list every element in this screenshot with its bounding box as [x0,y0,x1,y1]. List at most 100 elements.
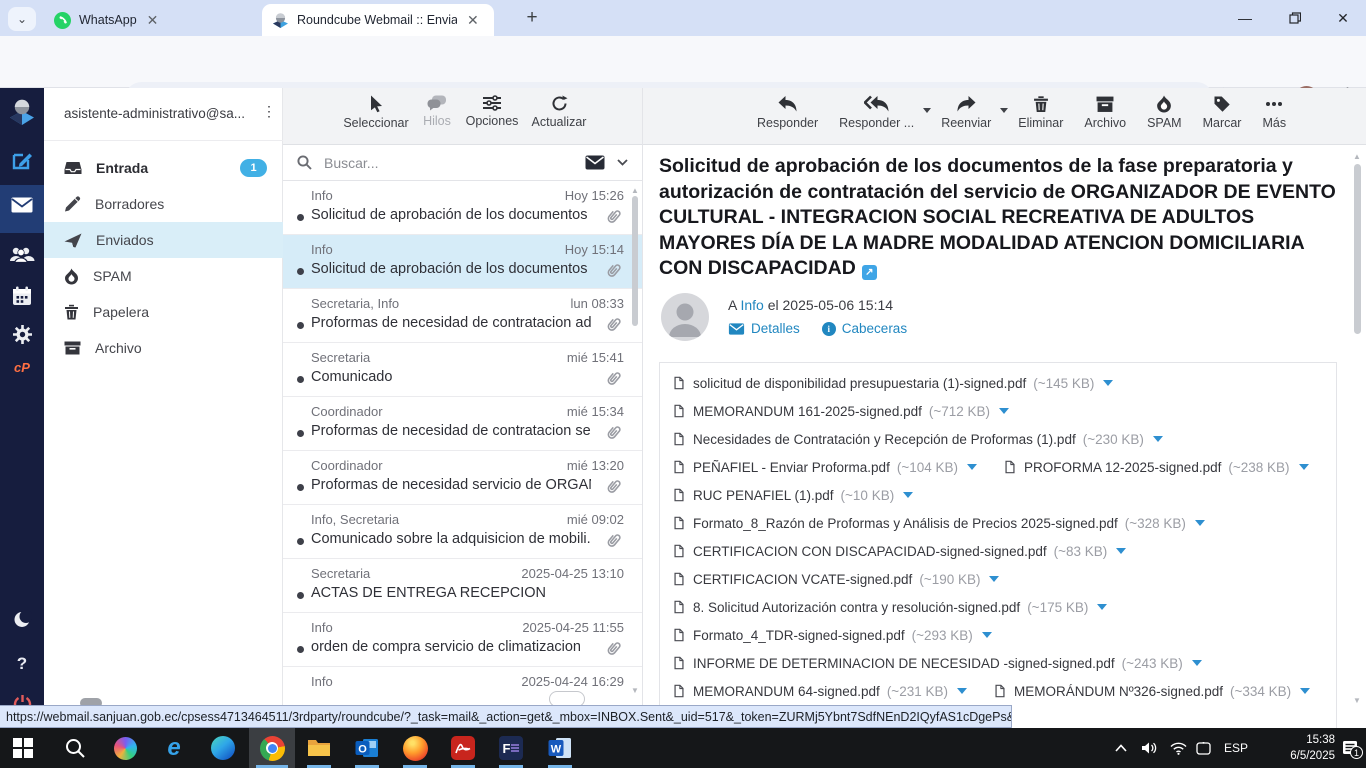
external-link-icon[interactable]: ↗ [862,265,877,280]
folder-archivo[interactable]: Archivo [44,330,283,366]
tray-chevron-icon[interactable] [1115,728,1127,768]
folder-entrada[interactable]: Entrada 1 [44,150,283,186]
reply-all-caret-icon[interactable] [923,108,931,113]
caret-down-icon[interactable] [999,408,1009,414]
attachment-link[interactable]: MEMORÁNDUM Nº326-signed.pdf(~334 KB) [993,683,1310,699]
start-button[interactable] [10,735,36,761]
new-tab-button[interactable]: + [520,7,544,31]
mail-icon[interactable] [0,197,44,213]
delete-button[interactable]: Eliminar [1012,95,1069,130]
list-scroll-down-arrow[interactable]: ▼ [631,686,639,695]
message-list-item[interactable]: Info, Secretariamié 09:02 Comunicado sob… [283,505,642,559]
tab-close-icon[interactable]: ✕ [467,12,479,29]
attachment-link[interactable]: 8. Solicitud Autorización contra y resol… [672,599,1107,615]
attachment-link[interactable]: CERTIFICACION VCATE-signed.pdf(~190 KB) [672,571,999,587]
more-button[interactable]: Más [1256,95,1292,130]
caret-down-icon[interactable] [957,688,967,694]
mark-button[interactable]: Marcar [1197,95,1248,130]
message-list-item[interactable]: Info2025-04-25 11:55 orden de compra ser… [283,613,642,667]
tray-app-icon[interactable] [1196,728,1211,768]
recipient-link[interactable]: Info [740,297,763,313]
refresh-button[interactable]: Actualizar [523,95,595,129]
spam-button[interactable]: SPAM [1141,95,1188,130]
internet-explorer-icon[interactable]: e [161,735,187,761]
reply-all-button[interactable]: Responder ... [833,95,926,130]
close-button[interactable]: ✕ [1320,0,1366,36]
language-indicator[interactable]: ESP [1224,728,1248,768]
settings-gear-icon[interactable] [0,324,44,345]
caret-down-icon[interactable] [1116,548,1126,554]
caret-down-icon[interactable] [1103,380,1113,386]
select-button[interactable]: Seleccionar [340,95,412,130]
folder-papelera[interactable]: Papelera [44,294,283,330]
firefox-icon[interactable] [402,735,428,761]
tab-roundcube[interactable]: Roundcube Webmail :: Enviados ✕ [262,4,494,36]
attachment-link[interactable]: Formato_8_Razón de Proformas y Análisis … [672,515,1205,531]
edge-icon[interactable] [210,735,236,761]
attachment-link[interactable]: PROFORMA 12-2025-signed.pdf(~238 KB) [1003,459,1309,475]
caret-down-icon[interactable] [989,576,999,582]
message-scrollbar-thumb[interactable] [1354,164,1361,334]
tab-close-icon[interactable]: ✕ [147,12,159,29]
calendar-icon[interactable] [0,286,44,306]
attachment-link[interactable]: Formato_4_TDR-signed-signed.pdf(~293 KB) [672,627,992,643]
minimize-button[interactable]: — [1222,0,1268,36]
contacts-icon[interactable] [0,246,44,264]
search-scope-mail-icon[interactable] [585,155,605,170]
dark-mode-moon-icon[interactable] [0,610,44,629]
attachment-link[interactable]: INFORME DE DETERMINACION DE NECESIDAD -s… [672,655,1202,671]
volume-icon[interactable] [1142,728,1158,768]
restore-button[interactable] [1272,0,1318,36]
tab-search-button[interactable]: ⌄ [8,7,36,31]
caret-down-icon[interactable] [1300,688,1310,694]
message-list-item[interactable]: Coordinadormié 15:34 Proformas de necesi… [283,397,642,451]
details-link[interactable]: Detalles [751,321,800,336]
caret-down-icon[interactable] [967,464,977,470]
attachment-link[interactable]: RUC PENAFIEL (1).pdf(~10 KB) [672,487,913,503]
attachment-link[interactable]: Necesidades de Contratación y Recepción … [672,431,1163,447]
message-list-item[interactable]: InfoHoy 15:26 Solicitud de aprobación de… [283,181,642,235]
copilot-icon[interactable] [112,735,138,761]
search-bar[interactable]: Buscar... [283,145,642,181]
compose-icon[interactable] [0,150,44,172]
forward-button[interactable]: Reenviar [935,95,1003,130]
taskbar-search-icon[interactable] [62,735,88,761]
help-icon[interactable]: ? [0,654,44,674]
caret-down-icon[interactable] [1299,464,1309,470]
message-scroll-down-arrow[interactable]: ▼ [1353,696,1361,705]
folder-spam[interactable]: SPAM [44,258,283,294]
notification-center-icon[interactable]: 1 [1342,728,1359,768]
attachment-link[interactable]: MEMORANDUM 64-signed.pdf(~231 KB) [672,683,967,699]
cpanel-logo[interactable]: cP [0,360,44,375]
acrobat-icon[interactable] [450,735,476,761]
message-list-item[interactable]: Secretaria, Infolun 08:33 Proformas de n… [283,289,642,343]
attachment-link[interactable]: MEMORANDUM 161-2025-signed.pdf(~712 KB) [672,403,1009,419]
caret-down-icon[interactable] [903,492,913,498]
chrome-icon[interactable] [259,735,285,761]
attachment-link[interactable]: solicitud de disponibilidad presupuestar… [672,375,1113,391]
taskbar-clock[interactable]: 15:38 6/5/2025 [1275,732,1335,764]
message-list-item-selected[interactable]: InfoHoy 15:14 Solicitud de aprobación de… [283,235,642,289]
outlook-icon[interactable]: O [354,735,380,761]
headers-link[interactable]: Cabeceras [842,321,907,336]
forward-caret-icon[interactable] [1000,108,1008,113]
options-button[interactable]: Opciones [462,95,522,128]
message-list-item[interactable]: Secretaria2025-04-25 13:10 ACTAS DE ENTR… [283,559,642,613]
attachment-link[interactable]: CERTIFICACION CON DISCAPACIDAD-signed-si… [672,543,1126,559]
archive-button[interactable]: Archivo [1078,95,1132,130]
caret-down-icon[interactable] [1195,520,1205,526]
list-scroll-up-arrow[interactable]: ▲ [631,186,639,195]
account-menu-icon[interactable]: ⋮ [262,103,276,120]
list-scrollbar-thumb[interactable] [632,196,638,326]
caret-down-icon[interactable] [982,632,992,638]
wifi-icon[interactable] [1170,728,1187,768]
folder-enviados[interactable]: Enviados [44,222,283,258]
reply-button[interactable]: Responder [751,95,824,130]
caret-down-icon[interactable] [1192,660,1202,666]
fes-app-icon[interactable]: F [498,735,524,761]
folder-borradores[interactable]: Borradores [44,186,283,222]
word-icon[interactable]: W [547,735,573,761]
caret-down-icon[interactable] [1153,436,1163,442]
message-scroll-up-arrow[interactable]: ▲ [1353,152,1361,161]
tab-whatsapp[interactable]: WhatsApp ✕ [44,6,262,34]
